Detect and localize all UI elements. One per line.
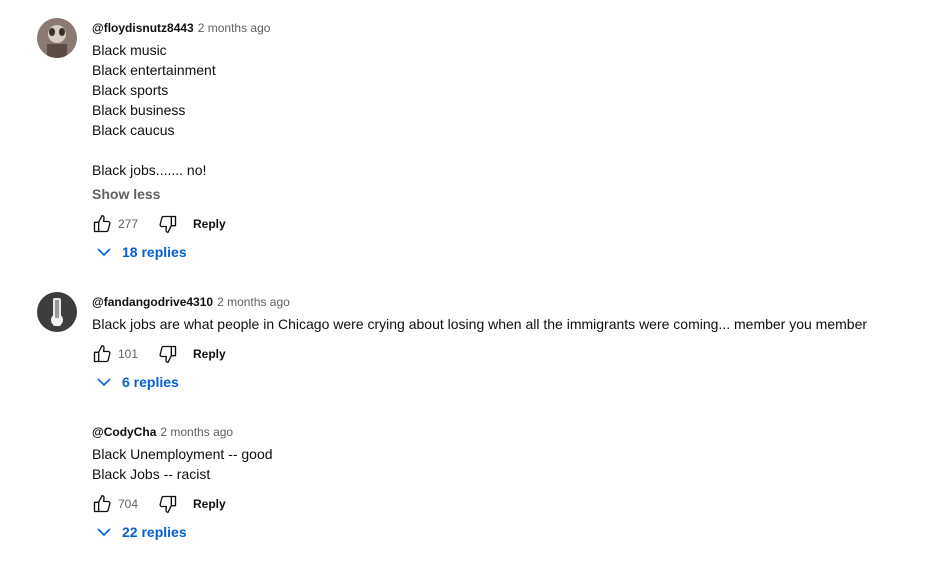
comment-timestamp[interactable]: 2 months ago xyxy=(217,295,290,309)
comment-text: Black Unemployment -- good Black Jobs --… xyxy=(92,444,930,484)
chevron-down-icon xyxy=(92,372,116,392)
comment-timestamp[interactable]: 2 months ago xyxy=(160,425,233,439)
reply-button[interactable]: Reply xyxy=(193,347,226,361)
avatar[interactable] xyxy=(37,18,77,58)
like-icon[interactable] xyxy=(92,494,112,514)
like-icon[interactable] xyxy=(92,214,112,234)
comment-timestamp[interactable]: 2 months ago xyxy=(198,21,271,35)
like-icon[interactable] xyxy=(92,344,112,364)
reply-button[interactable]: Reply xyxy=(193,497,226,511)
view-replies-button[interactable]: 18 replies xyxy=(92,242,930,262)
comment-line: Black sports xyxy=(92,82,169,98)
comment-author[interactable]: @floydisnutz8443 xyxy=(92,21,194,35)
comment-line xyxy=(92,140,930,160)
chevron-down-icon xyxy=(92,242,116,262)
chevron-down-icon xyxy=(92,522,116,542)
comment-author[interactable]: @CodyCha xyxy=(92,425,156,439)
comment-line: Black Jobs -- racist xyxy=(92,466,211,482)
comment-text: Black jobs are what people in Chicago we… xyxy=(92,314,930,334)
comment-text: Black music Black entertainment Black sp… xyxy=(92,40,930,180)
replies-count-label: 22 replies xyxy=(122,524,187,540)
avatar[interactable] xyxy=(37,292,77,332)
like-count: 277 xyxy=(118,217,139,231)
dislike-icon[interactable] xyxy=(158,494,178,514)
comment-author[interactable]: @fandangodrive4310 xyxy=(92,295,213,309)
comment-line: Black caucus xyxy=(92,122,175,138)
comment-line: Black entertainment xyxy=(92,62,216,78)
view-replies-button[interactable]: 6 replies xyxy=(92,372,930,392)
dislike-icon[interactable] xyxy=(158,344,178,364)
dislike-icon[interactable] xyxy=(158,214,178,234)
like-count: 101 xyxy=(118,347,139,361)
comment-line: Black business xyxy=(92,102,186,118)
reply-button[interactable]: Reply xyxy=(193,217,226,231)
comment-line: Black jobs are what people in Chicago we… xyxy=(92,316,868,332)
like-count: 704 xyxy=(118,497,139,511)
view-replies-button[interactable]: 22 replies xyxy=(92,522,930,542)
replies-count-label: 6 replies xyxy=(122,374,179,390)
comment-line: Black music xyxy=(92,42,167,58)
show-less-button[interactable]: Show less xyxy=(92,184,160,204)
comment-line: Black Unemployment -- good xyxy=(92,446,273,462)
replies-count-label: 18 replies xyxy=(122,244,187,260)
comment-line: Black jobs....... no! xyxy=(92,162,207,178)
